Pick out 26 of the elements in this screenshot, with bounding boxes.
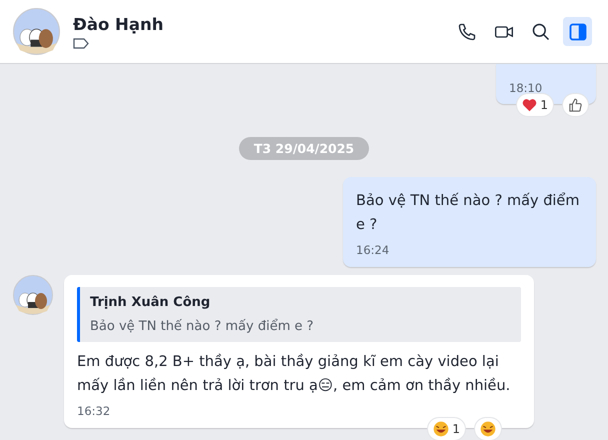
date-separator: T3 29/04/2025 (238, 137, 370, 160)
laughing-face-icon (433, 421, 450, 437)
contact-name: Đào Hạnh (73, 14, 164, 34)
reaction-button[interactable]: 1 (428, 418, 465, 440)
reaction-count: 1 (540, 98, 548, 112)
quote-text: Bảo vệ TN thế nào ? mấy điểm e ? (90, 319, 315, 334)
message-time: 16:24 (356, 243, 390, 257)
side-panel-icon (568, 22, 586, 40)
laughing-face-icon (480, 421, 496, 437)
search-icon (530, 22, 550, 42)
reaction-button[interactable]: 1 (517, 94, 553, 116)
message-text: Bảo vệ TN thế nào ? mấy điểm e ? (356, 192, 580, 235)
thumbs-up-icon (568, 98, 583, 112)
message-text: Em được 8,2 B+ thầy ạ, bài thầy giảng kĩ em cày video lại mấy lần liền nên trả lời trơn tru ạ😑, em cảm ơn thầy nhiều. (77, 352, 512, 396)
reaction-button[interactable] (475, 418, 501, 440)
avatar-drawing (13, 275, 53, 315)
avatar-drawing (13, 8, 60, 55)
quote-author: Trịnh Xuân Công (90, 295, 212, 310)
message-time: 18:10 (509, 81, 542, 95)
heart-icon (522, 98, 538, 112)
message-time: 16:32 (77, 404, 112, 418)
reaction-count: 1 (452, 422, 460, 436)
tag-icon[interactable] (73, 38, 89, 48)
reaction-button[interactable] (563, 94, 588, 116)
phone-icon (456, 22, 476, 42)
panel-toggle-button[interactable] (563, 17, 592, 46)
